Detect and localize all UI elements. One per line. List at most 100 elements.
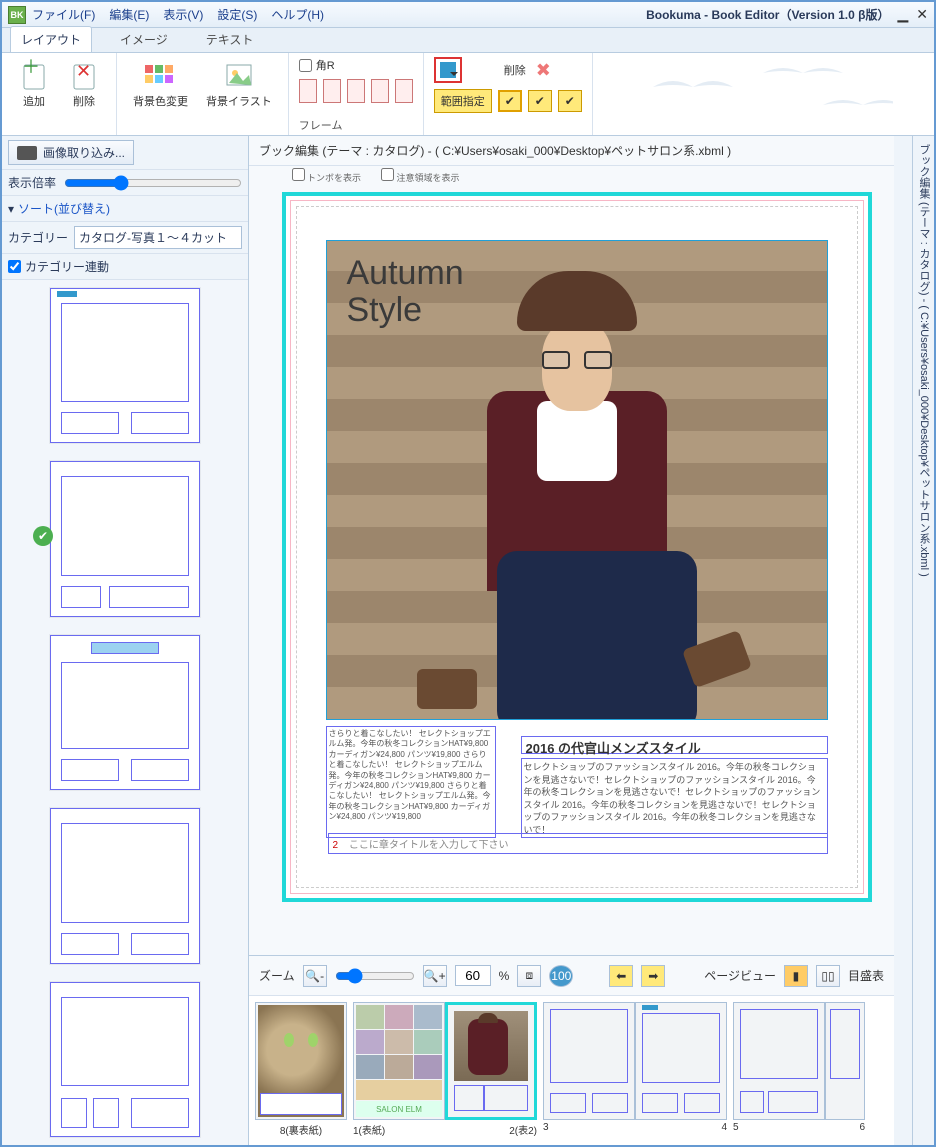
left-panel: 画像取り込み... 表示倍率 ▾ ソート(並び替え) カテゴリー カタログ-写真…: [2, 136, 249, 1145]
right-dock-tab[interactable]: ブック編集 (テーマ : カタログ) - ( C:¥Users¥osaki_00…: [912, 136, 934, 1145]
frame-group-label: フレーム: [299, 117, 343, 133]
effect-preview-icon[interactable]: [434, 57, 462, 83]
pageview-label: ページビュー: [704, 967, 776, 984]
layout-thumb-4[interactable]: [50, 808, 200, 963]
app-window: BK ファイル(F) 編集(E) 表示(V) 設定(S) ヘルプ(H) Book…: [0, 0, 936, 1147]
close-button[interactable]: ✕: [916, 6, 928, 23]
fs-spread-3-4[interactable]: 3 4: [543, 1002, 727, 1133]
next-page-button[interactable]: ➡: [641, 965, 665, 987]
sort-chevron-icon[interactable]: ▾: [8, 202, 14, 216]
frame-option-3[interactable]: [347, 79, 365, 103]
fs-page-8[interactable]: 8(裏表紙): [255, 1002, 347, 1137]
zoom-toolbar: ズーム 🔍- 🔍+ % ⧈ 100 ⬅ ➡ ページビュー ▮ ▯▯ 目盛表: [249, 955, 894, 995]
range-select-label: 範囲指定: [434, 89, 492, 113]
tab-image[interactable]: イメージ: [110, 27, 178, 52]
image-import-label: 画像取り込み...: [43, 144, 125, 161]
zoom-value-input[interactable]: [455, 965, 491, 986]
svg-text:＋: ＋: [22, 59, 40, 77]
ribbon: ＋ 追加 ✕ 削除 背景色変更 背景イラスト: [2, 52, 934, 136]
layout-thumbnails[interactable]: ✔: [2, 280, 248, 1145]
delete-button[interactable]: ✕ 削除: [62, 57, 106, 111]
editor-area: ブック編集 (テーマ : カタログ) - ( C:¥Users¥osaki_00…: [249, 136, 894, 1145]
zoom-text: ズーム: [259, 967, 295, 984]
menu-help[interactable]: ヘルプ(H): [271, 6, 324, 23]
range-check-1[interactable]: ✔: [498, 90, 522, 112]
ribbon-tabs: レイアウト イメージ テキスト: [2, 28, 934, 52]
svg-text:✕: ✕: [76, 61, 91, 81]
delete-label: 削除: [73, 93, 95, 109]
decorative-books-icon: [633, 57, 893, 127]
selected-check-icon: ✔: [33, 526, 53, 546]
tombo-checkbox[interactable]: トンボを表示: [292, 168, 362, 184]
menu-view[interactable]: 表示(V): [163, 6, 203, 23]
percent-label: %: [499, 969, 510, 983]
fs-spread-5-6[interactable]: 5 6: [733, 1002, 865, 1133]
bgcolor-label: 背景色変更: [133, 93, 188, 109]
zoom-label: 表示倍率: [8, 174, 56, 191]
range-check-3[interactable]: ✔: [558, 90, 582, 112]
tab-layout[interactable]: レイアウト: [10, 26, 92, 52]
image-import-button[interactable]: 画像取り込み...: [8, 140, 134, 165]
tab-text[interactable]: テキスト: [196, 27, 264, 52]
side-text-frame[interactable]: さらりと着こなしたい！ セレクトショップエルム発。今年の秋冬コレクションHAT¥…: [326, 726, 496, 838]
add-label: 追加: [23, 93, 45, 109]
frame-option-2[interactable]: [323, 79, 341, 103]
salon-label: SALON ELM: [356, 1101, 442, 1117]
app-logo-icon: BK: [8, 6, 26, 24]
zoom-in-button[interactable]: 🔍+: [423, 965, 447, 987]
delete2-label: 削除: [504, 62, 526, 78]
canvas[interactable]: トンボを表示 注意領域を表示 AutumnStyle: [249, 166, 894, 955]
camera-icon: [17, 146, 37, 160]
layout-thumb-1[interactable]: [50, 288, 200, 443]
page-chapter-title[interactable]: 2 ここに章タイトルを入力して下さい: [328, 833, 828, 854]
category-sync-label: カテゴリー連動: [25, 258, 109, 275]
menu-settings[interactable]: 設定(S): [217, 6, 257, 23]
layout-thumb-5[interactable]: [50, 982, 200, 1137]
scale-label: 目盛表: [848, 967, 884, 984]
sort-link[interactable]: ソート(並び替え): [18, 200, 110, 217]
photo-overlay-title: AutumnStyle: [347, 255, 464, 330]
menu-file[interactable]: ファイル(F): [32, 6, 95, 23]
layout-thumb-3[interactable]: [50, 635, 200, 790]
pageview-single-button[interactable]: ▮: [784, 965, 808, 987]
headline-frame[interactable]: 2016 の代官山メンズスタイル: [521, 736, 828, 754]
app-title: Bookuma - Book Editor（Version 1.0 β版）: [646, 6, 889, 23]
bgillust-label: 背景イラスト: [206, 93, 272, 109]
frame-option-1[interactable]: [299, 79, 317, 103]
page-filmstrip[interactable]: 8(裏表紙) SALON ELM: [249, 995, 894, 1145]
layout-thumb-2-selected[interactable]: ✔: [50, 461, 200, 616]
page[interactable]: AutumnStyle さらりと着こな: [282, 192, 872, 902]
delete2-icon[interactable]: ✖: [536, 60, 551, 81]
category-label: カテゴリー: [8, 229, 68, 246]
body-text-frame[interactable]: セレクトショップのファッションスタイル 2016。今年の秋冬コレクションを見逃さ…: [521, 758, 828, 838]
menu-edit[interactable]: 編集(E): [109, 6, 149, 23]
prev-page-button[interactable]: ⬅: [609, 965, 633, 987]
fs-spread-1-2[interactable]: SALON ELM 1(表紙) 2(表2): [353, 1002, 537, 1137]
document-path: ブック編集 (テーマ : カタログ) - ( C:¥Users¥osaki_00…: [249, 136, 894, 166]
corner-checkbox[interactable]: 角R: [299, 57, 335, 73]
vertical-scrollbar[interactable]: [894, 136, 912, 1145]
titlebar: BK ファイル(F) 編集(E) 表示(V) 設定(S) ヘルプ(H) Book…: [2, 2, 934, 28]
frame-option-4[interactable]: [371, 79, 389, 103]
thumbnail-zoom-slider[interactable]: [64, 175, 242, 191]
bgillust-button[interactable]: 背景イラスト: [200, 57, 278, 111]
range-check-2[interactable]: ✔: [528, 90, 552, 112]
bgcolor-button[interactable]: 背景色変更: [127, 57, 194, 111]
zoom-slider[interactable]: [335, 968, 415, 984]
minimize-button[interactable]: ▁: [897, 6, 908, 23]
page-number: 2: [333, 840, 339, 851]
model-illustration: [377, 271, 777, 719]
fit-100-button[interactable]: 100: [549, 965, 573, 987]
category-sync-checkbox[interactable]: カテゴリー連動: [8, 258, 109, 275]
corner-label: 角R: [316, 57, 335, 73]
zoom-out-button[interactable]: 🔍-: [303, 965, 327, 987]
chapter-title-hint: ここに章タイトルを入力して下さい: [349, 840, 509, 851]
main-area: 画像取り込み... 表示倍率 ▾ ソート(並び替え) カテゴリー カタログ-写真…: [2, 136, 934, 1145]
main-photo-frame[interactable]: AutumnStyle: [326, 240, 828, 720]
caution-checkbox[interactable]: 注意領域を表示: [381, 168, 460, 184]
category-dropdown[interactable]: カタログ-写真１～４カット: [74, 226, 242, 249]
pageview-spread-button[interactable]: ▯▯: [816, 965, 840, 987]
fit-selection-button[interactable]: ⧈: [517, 965, 541, 987]
add-button[interactable]: ＋ 追加: [12, 57, 56, 111]
frame-option-5[interactable]: [395, 79, 413, 103]
